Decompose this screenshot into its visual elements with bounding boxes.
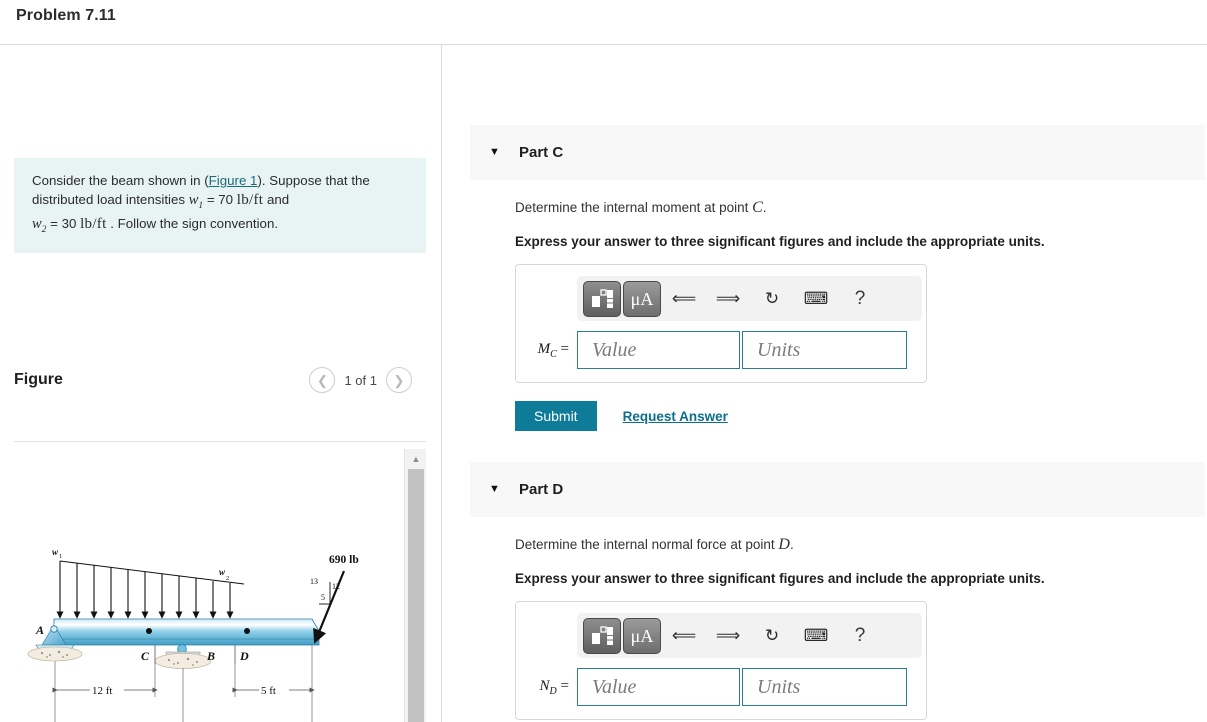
chevron-right-icon[interactable]: ❯ (386, 367, 412, 393)
part-c-submit-button[interactable]: Submit (515, 401, 597, 432)
part-c-subscript: C (550, 348, 557, 360)
statement-text-4: . Follow the sign convention. (106, 215, 279, 231)
caret-down-icon[interactable]: ▼ (489, 147, 503, 158)
part-c-field-row: MC = Value Units (528, 331, 914, 370)
label-w2: w (219, 567, 226, 577)
help-label: ? (854, 624, 866, 646)
beam-diagram: w 1 w 2 A C B D 690 lb 13 12 5 12 ft 5 f… (27, 547, 359, 722)
figure-viewport: w 1 w 2 A C B D 690 lb 13 12 5 12 ft 5 f… (14, 449, 426, 722)
figure-header: Figure ❮ 1 of 1 ❯ (14, 367, 426, 407)
redo-arrow-icon[interactable]: ⟹ (707, 281, 749, 317)
svg-text:2: 2 (226, 575, 229, 582)
figure-navigation: ❮ 1 of 1 ❯ (309, 367, 412, 393)
part-d-math-toolbar: μA ⟸ ⟹ ↻ ⌨ ? (577, 613, 922, 659)
chevron-left-icon[interactable]: ❮ (309, 367, 336, 393)
figure-scrollbar[interactable]: ▲ ▼ (404, 449, 426, 722)
figure-1-link[interactable]: Figure 1 (209, 173, 258, 188)
w2-symbol: w2 (32, 215, 47, 235)
reset-circular-arrow-icon[interactable]: ↻ (751, 618, 793, 654)
keyboard-icon[interactable]: ⌨ (795, 618, 837, 654)
w1-unit: lb/ft (236, 192, 264, 209)
part-c-symbol: M (537, 340, 551, 357)
keyboard-icon[interactable]: ⌨ (795, 281, 837, 317)
part-d-value-input[interactable]: Value (577, 668, 740, 707)
part-c-answer-box: μA ⟸ ⟹ ↻ ⌨ ? MC = Value Units (515, 264, 927, 384)
statement-text-1: Consider the beam shown in ( (32, 173, 209, 188)
label-D: D (239, 649, 249, 663)
math-template-icon[interactable] (583, 617, 621, 654)
part-d-body: Determine the internal normal force at p… (515, 534, 1207, 721)
svg-text:5: 5 (321, 593, 325, 602)
part-d-instruction: Express your answer to three significant… (515, 571, 1045, 587)
label-C: C (141, 649, 150, 663)
units-button-label: μA (630, 288, 654, 309)
part-c-prompt-suffix: . (762, 200, 767, 215)
caret-down-icon[interactable]: ▼ (489, 484, 503, 495)
part-c-instruction: Express your answer to three significant… (515, 234, 1045, 250)
part-d-answer-box: μA ⟸ ⟹ ↻ ⌨ ? ND = Value Units (515, 601, 927, 721)
w1-equation: = 70 (203, 192, 237, 208)
right-panel: ▼ Part C Determine the internal moment a… (443, 45, 1207, 722)
part-c-actions: Submit Request Answer (515, 401, 1207, 432)
part-c-units-input[interactable]: Units (742, 331, 907, 370)
svg-text:12: 12 (332, 582, 340, 591)
dim-12ft: 12 ft (92, 685, 112, 697)
part-d-prompt-suffix: . (789, 537, 794, 552)
w1-symbol: w1 (188, 192, 204, 212)
micro-angstrom-units-icon[interactable]: μA (623, 280, 661, 317)
page-title: Problem 7.11 (16, 7, 116, 24)
part-c-request-answer-link[interactable]: Request Answer (623, 409, 728, 424)
figure-counter: 1 of 1 (344, 372, 377, 388)
label-w1: w (52, 547, 59, 557)
part-d-field-row: ND = Value Units (528, 668, 914, 707)
w2-equation: = 30 (46, 215, 81, 231)
part-d-symbol: N (539, 677, 550, 694)
part-d-equals: = (560, 677, 569, 694)
svg-text:1: 1 (59, 553, 62, 560)
part-c-equals: = (560, 340, 569, 357)
svg-text:13: 13 (310, 577, 318, 586)
problem-statement: Consider the beam shown in (Figure 1). S… (14, 158, 426, 253)
part-d-label: Part D (519, 481, 564, 498)
scrollbar-thumb[interactable] (408, 469, 424, 722)
part-d-prompt-prefix: Determine the internal normal force at p… (515, 537, 779, 552)
micro-angstrom-units-icon[interactable]: μA (623, 617, 661, 654)
question-mark-icon[interactable]: ? (839, 618, 881, 654)
part-d-header[interactable]: ▼ Part D (470, 462, 1205, 517)
part-d-units-input[interactable]: Units (742, 668, 907, 707)
part-c-field-label: MC = (528, 341, 577, 360)
dim-5ft: 5 ft (261, 685, 276, 697)
part-c-prompt-var: C (752, 199, 763, 216)
part-d-prompt: Determine the internal normal force at p… (515, 534, 1207, 556)
math-template-icon[interactable] (583, 280, 621, 317)
scroll-up-arrow-icon[interactable]: ▲ (405, 451, 426, 467)
part-c-body: Determine the internal moment at point C… (515, 197, 1207, 432)
question-mark-icon[interactable]: ? (839, 281, 881, 317)
label-A: A (35, 623, 44, 637)
part-c-label: Part C (519, 144, 564, 161)
problem-page: Problem 7.11 Consider the beam shown in … (0, 0, 1207, 722)
redo-arrow-icon[interactable]: ⟹ (707, 618, 749, 654)
part-c-math-toolbar: μA ⟸ ⟹ ↻ ⌨ ? (577, 276, 922, 322)
label-B: B (206, 649, 215, 663)
figure-title: Figure (14, 371, 63, 388)
part-c-value-input[interactable]: Value (577, 331, 740, 370)
part-c-prompt: Determine the internal moment at point C… (515, 197, 1207, 219)
top-header-bar: Problem 7.11 (0, 0, 1207, 45)
part-d-field-label: ND = (528, 678, 577, 697)
undo-arrow-icon[interactable]: ⟸ (663, 281, 705, 317)
figure-divider (14, 441, 426, 442)
part-d-prompt-var: D (778, 536, 790, 553)
w2-unit: lb/ft (80, 215, 107, 232)
undo-arrow-icon[interactable]: ⟸ (663, 618, 705, 654)
help-label: ? (854, 287, 866, 309)
units-button-label: μA (630, 625, 654, 646)
part-d-subscript: D (549, 685, 557, 697)
part-c-prompt-prefix: Determine the internal moment at point (515, 200, 753, 215)
statement-text-3: and (263, 192, 290, 208)
reset-circular-arrow-icon[interactable]: ↻ (751, 281, 793, 317)
left-panel: Consider the beam shown in (Figure 1). S… (0, 45, 442, 722)
label-force: 690 lb (329, 554, 359, 566)
part-c-header[interactable]: ▼ Part C (470, 125, 1205, 180)
